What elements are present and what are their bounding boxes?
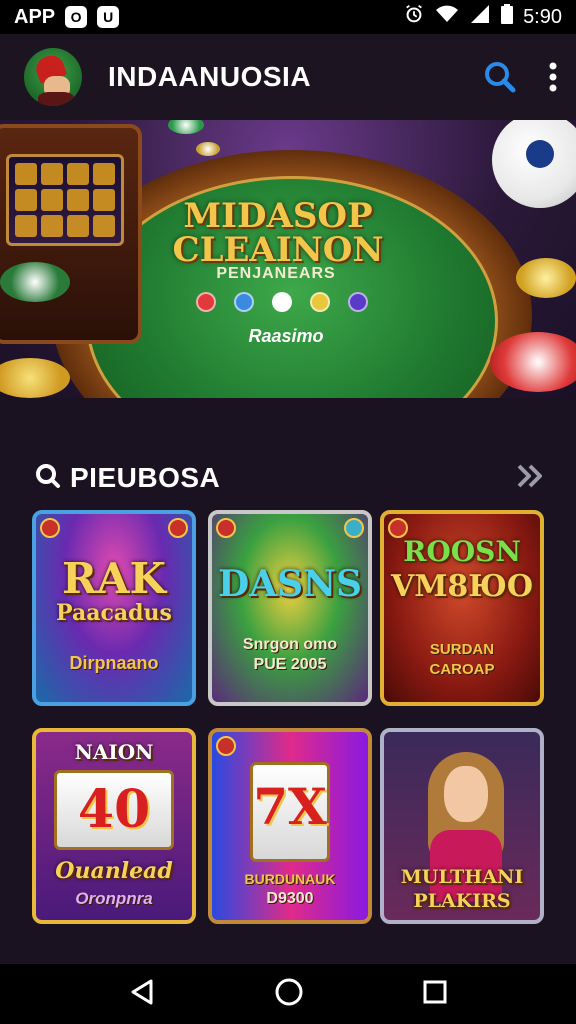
game-card[interactable]: ROOSN VM8ЮO SURDAN CAROAP: [380, 510, 544, 706]
game-card-title: NAION: [74, 740, 154, 764]
game-card-title: 7X: [253, 777, 327, 836]
avatar[interactable]: [24, 48, 82, 106]
search-small-icon: [34, 462, 62, 495]
hero-subtitle: PENJANEARS: [216, 265, 336, 282]
game-card-title: VM8ЮO: [390, 569, 534, 604]
status-time: 5:90: [523, 5, 562, 28]
wifi-icon: [435, 4, 459, 30]
game-card-subtitle: BURDUNAUK: [244, 871, 336, 887]
game-card-subtitle: Oronpnra: [75, 889, 153, 908]
game-card[interactable]: DASNS Snrgon omo PUE 2005: [208, 510, 372, 706]
poker-chip-illustration: [492, 120, 576, 208]
status-bar: APP O U 5:90: [0, 0, 576, 34]
card-badge: [216, 518, 236, 538]
card-badge: [344, 518, 364, 538]
double-chevron-right-icon[interactable]: [516, 463, 544, 494]
notification-badge-2: U: [97, 6, 120, 28]
game-card-title: Ouanlead: [55, 858, 173, 884]
game-card-subtitle: Snrgon omo: [242, 636, 338, 653]
nav-recents-icon[interactable]: [423, 980, 447, 1009]
section-title: PIEUBOSA: [70, 462, 221, 493]
status-right: 5:90: [403, 3, 562, 31]
system-nav-bar: [0, 964, 576, 1024]
nav-back-icon[interactable]: [129, 978, 155, 1011]
game-card-title: PLAKIRS: [413, 890, 511, 912]
chip-decoration: [168, 120, 204, 134]
chip-blue: [234, 292, 254, 312]
hero-tagline: Raasimo: [248, 326, 324, 346]
game-card-title: MULTHANI: [400, 866, 524, 888]
game-card[interactable]: RAK Paacadus Dirpnaano: [32, 510, 196, 706]
chip-yellow: [310, 292, 330, 312]
game-card-title: DASNS: [217, 563, 363, 605]
game-card[interactable]: NAION 40 Ouanlead Oronpnra: [32, 728, 196, 924]
game-card-title: 40: [77, 779, 151, 840]
app-bar: INDAANUOSIA: [0, 34, 576, 120]
chip-red: [196, 292, 216, 312]
status-app-label: APP: [14, 5, 56, 28]
chip-purple: [348, 292, 368, 312]
game-card[interactable]: MULTHANI PLAKIRS: [380, 728, 544, 924]
game-card-subtitle: Dirpnaano: [69, 653, 159, 673]
game-card-title: ROOSN: [403, 535, 521, 568]
hero-banner[interactable]: MIDASOP CLEAINON PENJANEARS Raasimo: [0, 120, 576, 398]
game-card-title: Paacadus: [56, 600, 172, 626]
game-card-subtitle: D9300: [266, 890, 314, 907]
game-card-subtitle: SURDAN: [429, 641, 495, 658]
chip-white: [272, 292, 292, 312]
notification-badge-1: O: [65, 6, 88, 28]
hero-chip-row: [196, 292, 368, 312]
alarm-icon: [403, 3, 425, 31]
signal-icon: [469, 4, 491, 30]
card-badge: [216, 736, 236, 756]
more-vert-icon[interactable]: [548, 61, 558, 93]
chip-decoration: [0, 358, 70, 398]
game-card-subtitle: PUE 2005: [253, 656, 327, 673]
hero-title-line2: CLEAINON: [172, 230, 384, 270]
card-badge: [40, 518, 60, 538]
app-title: INDAANUOSIA: [108, 61, 312, 92]
chip-decoration: [196, 142, 220, 156]
game-card-title: RAK: [62, 554, 166, 603]
card-badge: [168, 518, 188, 538]
battery-icon: [501, 4, 514, 30]
game-card-subtitle: CAROAP: [429, 661, 495, 678]
app-bar-actions: [482, 59, 558, 95]
section-header: PIEUBOSA: [34, 458, 544, 498]
game-card[interactable]: 7X BURDUNAUK D9300: [208, 728, 372, 924]
section-title-wrap: PIEUBOSA: [34, 462, 220, 495]
nav-home-icon[interactable]: [274, 977, 304, 1012]
status-left: APP O U: [14, 5, 120, 29]
search-icon[interactable]: [482, 59, 518, 95]
